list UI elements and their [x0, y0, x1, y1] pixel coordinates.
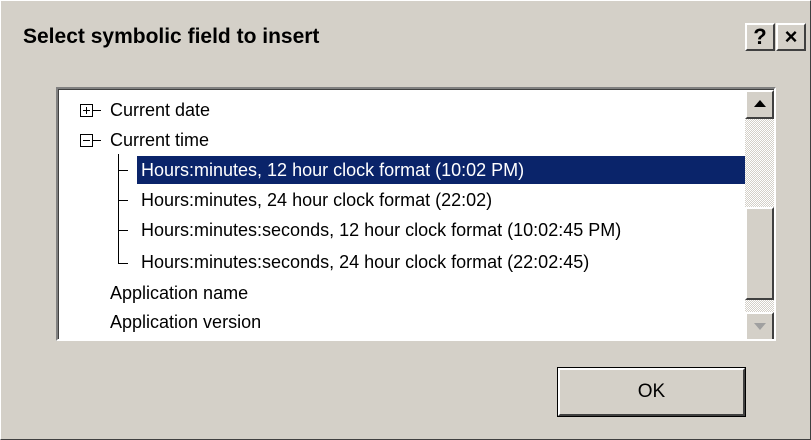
tree-item-hm-24h[interactable]: Hours:minutes, 24 hour clock format (22:…: [141, 186, 492, 214]
ok-button-label: OK: [637, 381, 666, 402]
dialog-window: Select symbolic field to insert ? × Curr…: [0, 0, 811, 440]
tree-item-hms-24h[interactable]: Hours:minutes:seconds, 24 hour clock for…: [141, 248, 589, 276]
arrow-down-icon: [754, 323, 766, 330]
help-button[interactable]: ?: [745, 23, 775, 51]
dialog-title: Select symbolic field to insert: [23, 25, 320, 48]
tree-connector: [118, 230, 128, 231]
tree-list: Current date Current time Hours:minutes,…: [59, 90, 747, 339]
close-button[interactable]: ×: [776, 23, 806, 51]
tree-item-application-version[interactable]: Application version: [110, 308, 261, 336]
tree-connector: [93, 110, 101, 111]
ok-button[interactable]: OK: [557, 367, 746, 417]
tree-item-current-time[interactable]: Current time: [110, 126, 209, 154]
close-icon: ×: [784, 24, 798, 49]
tree-connector: [118, 263, 128, 264]
expand-icon[interactable]: [80, 104, 93, 117]
tree-connector: [118, 170, 128, 171]
arrow-up-icon: [754, 100, 766, 107]
collapse-icon[interactable]: [80, 134, 93, 147]
tree-item-current-date[interactable]: Current date: [110, 96, 210, 124]
tree-connector: [118, 200, 128, 201]
tree-item-hms-12h[interactable]: Hours:minutes:seconds, 12 hour clock for…: [141, 216, 621, 244]
field-tree[interactable]: Current date Current time Hours:minutes,…: [56, 87, 776, 341]
tree-item-application-name[interactable]: Application name: [110, 279, 248, 307]
scroll-up-button[interactable]: [745, 90, 774, 119]
tree-item-hm-12h[interactable]: Hours:minutes, 12 hour clock format (10:…: [137, 156, 745, 184]
tree-connector: [93, 140, 101, 141]
scroll-thumb[interactable]: [745, 207, 774, 300]
scroll-down-button[interactable]: [745, 312, 774, 339]
vertical-scrollbar[interactable]: [745, 90, 774, 339]
